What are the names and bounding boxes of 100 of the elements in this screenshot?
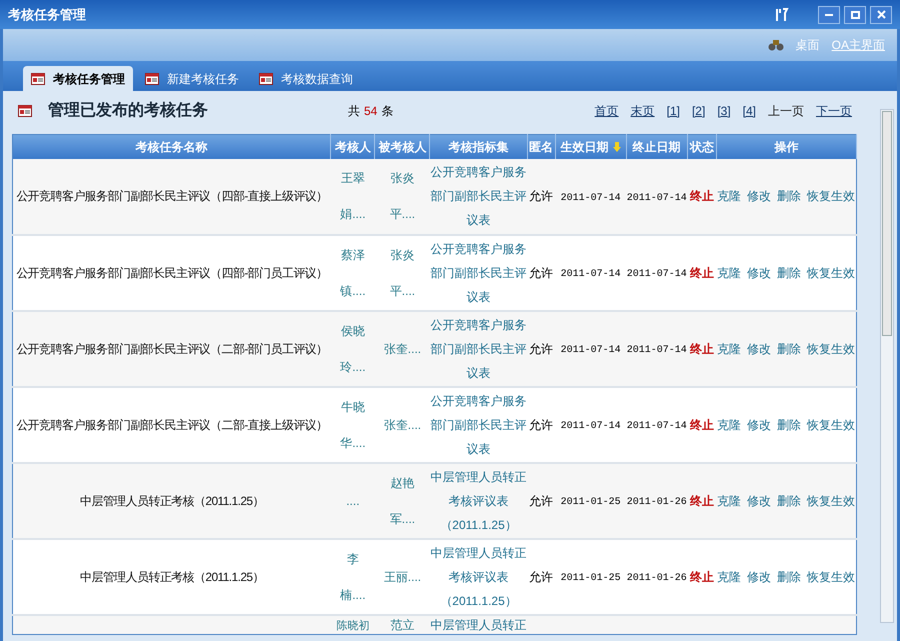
minimize-button[interactable]: [818, 6, 840, 24]
status-text: 终止: [690, 418, 714, 432]
task-name: 中层管理人员转正考核（2011.1.25）: [80, 494, 264, 508]
close-icon: [876, 10, 886, 19]
action-link[interactable]: 恢复生效: [807, 492, 856, 510]
assessor-link[interactable]: 侯晓玲....: [336, 312, 369, 384]
action-link[interactable]: 删除: [777, 187, 802, 205]
action-link[interactable]: 恢复生效: [807, 568, 856, 586]
action-link[interactable]: 克隆: [717, 492, 742, 510]
assessee-link[interactable]: 张炎平....: [380, 160, 424, 232]
assessor-link[interactable]: 李楠....: [336, 540, 369, 612]
task-name: 公开竞聘客户服务部门副部长民主评议（二部-直接上级评议）: [16, 418, 328, 432]
pager-link[interactable]: [3]: [717, 102, 731, 120]
action-link[interactable]: 克隆: [717, 187, 742, 205]
anonymous-text: 允许: [529, 266, 554, 280]
start-date: 2011-07-14: [560, 269, 621, 280]
assessee-link[interactable]: 张炎平....: [380, 236, 424, 308]
task-name: 公开竞聘客户服务部门副部长民主评议（二部-部门员工评议）: [16, 342, 328, 356]
action-link[interactable]: 克隆: [717, 416, 742, 434]
status-text: 终止: [690, 189, 714, 203]
end-date: 2011-07-14: [626, 192, 687, 204]
action-link[interactable]: 克隆: [717, 340, 742, 358]
action-link[interactable]: 删除: [777, 492, 802, 510]
anonymous-text: 允许: [529, 494, 554, 508]
pager-link[interactable]: 下一页: [816, 102, 852, 120]
status-text: 终止: [690, 494, 714, 508]
indicator-link[interactable]: 公开竞聘客户服务部门副部长民主评议表: [430, 312, 528, 384]
start-date: 2011-07-14: [560, 345, 621, 356]
action-link[interactable]: 删除: [777, 264, 802, 282]
indicator-link[interactable]: 公开竞聘客户服务部门副部长民主评议表: [430, 160, 528, 232]
pager-link[interactable]: 末页: [630, 102, 655, 120]
status-text: 终止: [690, 342, 714, 356]
action-link[interactable]: 删除: [777, 416, 802, 434]
scrollbar[interactable]: [880, 109, 894, 623]
start-date: 2011-07-14: [560, 192, 621, 204]
indicator-link[interactable]: 中层管理人员转正考核评议表（2011.1.25）: [430, 540, 528, 612]
indicator-link[interactable]: 中层管理人员转正考核评议表（2011.1.25）: [430, 464, 528, 536]
action-link[interactable]: 修改: [747, 416, 772, 434]
action-link[interactable]: 删除: [777, 568, 802, 586]
action-link[interactable]: 删除: [777, 340, 802, 358]
assessor-link[interactable]: 陈晓初: [336, 620, 370, 632]
tab[interactable]: 考核任务管理: [23, 66, 133, 91]
count-value: 54: [364, 103, 378, 120]
action-link[interactable]: 修改: [747, 187, 772, 205]
count-label: 条: [381, 103, 394, 120]
binoculars-icon: [768, 38, 784, 52]
action-link[interactable]: 恢复生效: [807, 416, 856, 434]
action-link[interactable]: 克隆: [717, 264, 742, 282]
status-text: 终止: [690, 266, 714, 280]
status-text: 终止: [690, 570, 714, 584]
action-link[interactable]: 修改: [747, 568, 772, 586]
indicator-link[interactable]: 中层管理人员转正: [430, 618, 527, 632]
end-date: 2011-07-14: [626, 421, 687, 432]
action-link[interactable]: 修改: [747, 492, 772, 510]
assessee-link[interactable]: 张奎....: [380, 330, 424, 366]
card-icon: [31, 72, 45, 84]
assessee-link[interactable]: 王丽....: [380, 558, 424, 594]
action-link[interactable]: 恢复生效: [807, 264, 856, 282]
card-icon: [18, 105, 32, 117]
tab[interactable]: 新建考核任务: [137, 66, 247, 91]
window-title: 考核任务管理: [8, 6, 86, 24]
pager-link[interactable]: [4]: [742, 102, 756, 120]
count-label: 共: [348, 103, 360, 120]
assessor-link[interactable]: ....: [336, 482, 369, 518]
assessee-link[interactable]: 范立: [390, 618, 414, 632]
start-date: 2011-01-25: [560, 497, 621, 508]
tools-icon[interactable]: [774, 6, 790, 22]
start-date: 2011-01-25: [560, 573, 621, 584]
task-name: 公开竞聘客户服务部门副部长民主评议（四部-直接上级评议）: [16, 189, 328, 203]
pager-link[interactable]: [1]: [666, 102, 680, 120]
indicator-link[interactable]: 公开竞聘客户服务部门副部长民主评议表: [430, 236, 528, 308]
action-link[interactable]: 修改: [747, 264, 772, 282]
pager-link[interactable]: 首页: [594, 102, 619, 120]
page-heading: 管理已发布的考核任务: [48, 100, 209, 121]
end-date: 2011-01-26: [626, 573, 687, 584]
action-link[interactable]: 恢复生效: [807, 340, 856, 358]
assessee-link[interactable]: 张奎....: [380, 406, 424, 442]
end-date: 2011-01-26: [626, 497, 687, 508]
tab[interactable]: 考核数据查询: [251, 66, 361, 91]
assessor-link[interactable]: 牛晓华....: [336, 388, 369, 460]
task-name: 公开竞聘客户服务部门副部长民主评议（四部-部门员工评议）: [16, 266, 328, 280]
action-link[interactable]: 克隆: [717, 568, 742, 586]
card-icon: [259, 72, 273, 84]
start-date: 2011-07-14: [560, 421, 621, 432]
close-button[interactable]: [870, 6, 892, 24]
scrollbar-thumb[interactable]: [882, 111, 892, 336]
assessor-link[interactable]: 王翠娟....: [336, 160, 369, 232]
assessor-link[interactable]: 蔡泽镇....: [336, 236, 369, 308]
anonymous-text: 允许: [529, 189, 554, 203]
action-link[interactable]: 修改: [747, 340, 772, 358]
anonymous-text: 允许: [529, 570, 554, 584]
card-icon: [145, 72, 159, 84]
anonymous-text: 允许: [529, 418, 554, 432]
indicator-link[interactable]: 公开竞聘客户服务部门副部长民主评议表: [430, 388, 528, 460]
maximize-button[interactable]: [844, 6, 866, 24]
assessee-link[interactable]: 赵艳军....: [380, 464, 424, 536]
end-date: 2011-07-14: [626, 345, 687, 356]
end-date: 2011-07-14: [626, 269, 687, 280]
action-link[interactable]: 恢复生效: [807, 187, 856, 205]
pager-link[interactable]: [2]: [692, 102, 706, 120]
